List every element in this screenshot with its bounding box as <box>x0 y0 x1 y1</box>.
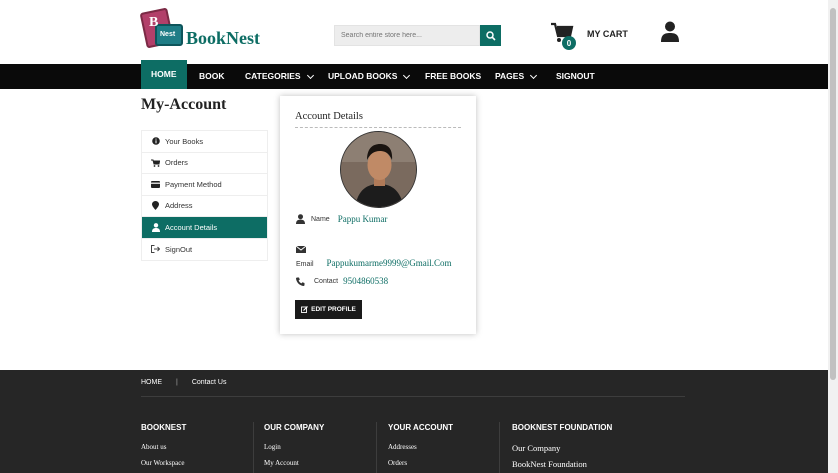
contact-row: Contact 9504860538 <box>296 276 388 286</box>
contact-value: 9504860538 <box>343 276 389 286</box>
footer-column-divider <box>376 422 377 473</box>
edit-profile-label: EDIT PROFILE <box>311 306 356 313</box>
cart-label: MY CART <box>587 29 628 39</box>
footer-link-our-company[interactable]: Our Company <box>512 443 612 453</box>
sidebar-item-orders[interactable]: Orders <box>142 153 267 174</box>
footer-column-booknest: BOOKNEST About us Our Workspace <box>141 423 186 473</box>
name-label: Name <box>311 215 330 223</box>
site-footer: HOME | Contact Us BOOKNEST About us Our … <box>0 370 828 473</box>
sidebar-item-address[interactable]: Address <box>142 196 267 217</box>
email-value: Pappukumarme9999@Gmail.Com <box>326 257 452 268</box>
main-nav: HOME BOOK CATEGORIES UPLOAD BOOKS FREE B… <box>0 60 828 89</box>
sidebar-item-signout[interactable]: SignOut <box>142 239 267 261</box>
footer-column-divider <box>253 422 254 473</box>
nav-categories-label: CATEGORIES <box>245 71 301 81</box>
nav-pages-label: PAGES <box>495 71 525 81</box>
nav-book[interactable]: BOOK <box>199 64 225 89</box>
nav-categories[interactable]: CATEGORIES <box>245 64 314 89</box>
page-title: My-Account <box>141 96 227 113</box>
nav-signout-label: SIGNOUT <box>556 71 595 81</box>
footer-link-foundation[interactable]: BookNest Foundation <box>512 459 612 469</box>
nav-home-label: HOME <box>151 69 177 79</box>
sidebar-item-label: Orders <box>165 158 188 168</box>
cart-count-badge: 0 <box>562 36 576 50</box>
sidebar-item-label: Payment Method <box>165 179 222 189</box>
footer-link-addresses[interactable]: Addresses <box>388 443 453 451</box>
footer-link-login[interactable]: Login <box>264 443 324 451</box>
chevron-down-icon <box>530 71 538 79</box>
email-label: Email <box>296 261 314 268</box>
footer-column-account: YOUR ACCOUNT Addresses Orders <box>388 423 453 473</box>
brand-name: BookNest <box>186 27 261 48</box>
nav-book-label: BOOK <box>199 71 225 81</box>
user-icon <box>296 214 305 224</box>
nav-signout[interactable]: SIGNOUT <box>556 64 595 89</box>
nav-upload-books-label: UPLOAD BOOKS <box>328 71 398 81</box>
footer-divider <box>141 396 685 397</box>
user-account-icon[interactable] <box>660 21 680 47</box>
phone-icon <box>296 277 305 286</box>
contact-label: Contact <box>314 277 339 285</box>
map-marker-icon <box>151 201 160 211</box>
page-scrollbar[interactable] <box>828 0 838 473</box>
footer-column-title: BOOKNEST <box>141 423 187 432</box>
sidebar-item-your-books[interactable]: Your Books <box>142 131 267 153</box>
sidebar-item-label: SignOut <box>165 244 193 254</box>
name-row: Name Pappu Kumar <box>296 214 387 224</box>
nav-home[interactable]: HOME <box>141 60 187 89</box>
search-button[interactable] <box>480 25 501 46</box>
cart-icon: 0 <box>550 22 576 50</box>
brand-logo[interactable]: B Nest BookNest <box>139 6 261 50</box>
sidebar-item-label: Account Details <box>165 222 218 232</box>
user-icon <box>151 222 160 232</box>
nav-free-books[interactable]: FREE BOOKS <box>425 64 481 89</box>
search-bar <box>334 25 501 46</box>
cart-icon <box>151 158 160 167</box>
sign-out-icon <box>151 245 160 254</box>
nav-upload-books[interactable]: UPLOAD BOOKS <box>328 64 411 89</box>
sidebar-item-label: Address <box>165 201 193 211</box>
logo-badge-icon: B Nest <box>139 6 185 50</box>
envelope-icon <box>295 245 307 253</box>
sidebar-item-account-details[interactable]: Account Details <box>142 217 267 239</box>
logo-tag: Nest <box>160 31 176 38</box>
footer-links: HOME | Contact Us <box>141 379 226 386</box>
search-icon <box>485 30 496 41</box>
footer-column-company: OUR COMPANY Login My Account <box>264 423 324 473</box>
search-input[interactable] <box>334 25 480 46</box>
site-header: B Nest BookNest 0 MY CART <box>0 0 828 64</box>
info-circle-icon <box>151 137 160 146</box>
account-details-card: Account Details Name Pappu Kumar Email P… <box>280 96 476 334</box>
footer-link-my-account[interactable]: My Account <box>264 459 324 467</box>
email-row: Email Pappukumarme9999@Gmail.Com <box>295 240 452 268</box>
footer-column-foundation: BOOKNEST FOUNDATION Our Company BookNest… <box>512 423 612 473</box>
nav-free-books-label: FREE BOOKS <box>425 71 482 81</box>
footer-column-title: OUR COMPANY <box>264 423 325 432</box>
edit-profile-button[interactable]: EDIT PROFILE <box>295 300 362 319</box>
sidebar-item-label: Your Books <box>165 136 204 146</box>
name-value: Pappu Kumar <box>337 214 388 224</box>
scrollbar-thumb[interactable] <box>830 8 836 380</box>
edit-icon <box>301 306 309 313</box>
footer-column-title: BOOKNEST FOUNDATION <box>512 423 613 432</box>
credit-card-icon <box>151 180 160 189</box>
logo-letter: B <box>149 15 159 30</box>
nav-pages[interactable]: PAGES <box>495 64 538 89</box>
footer-link-home[interactable]: HOME <box>141 379 162 386</box>
footer-link-separator: | <box>176 379 178 386</box>
sidebar-item-payment-method[interactable]: Payment Method <box>142 174 267 196</box>
footer-link-contact[interactable]: Contact Us <box>192 379 227 386</box>
footer-column-title: YOUR ACCOUNT <box>388 423 454 432</box>
card-title: Account Details <box>295 111 363 122</box>
footer-link-workspace[interactable]: Our Workspace <box>141 459 186 467</box>
footer-column-divider <box>499 422 500 473</box>
cart-button[interactable]: 0 MY CART <box>550 22 628 50</box>
chevron-down-icon <box>306 71 314 79</box>
account-sidebar: Your Books Orders Payment Method Address… <box>141 130 268 261</box>
footer-link-about[interactable]: About us <box>141 443 186 451</box>
profile-avatar <box>340 131 417 208</box>
chevron-down-icon <box>403 71 411 79</box>
footer-link-orders[interactable]: Orders <box>388 459 453 467</box>
card-divider <box>295 127 461 128</box>
